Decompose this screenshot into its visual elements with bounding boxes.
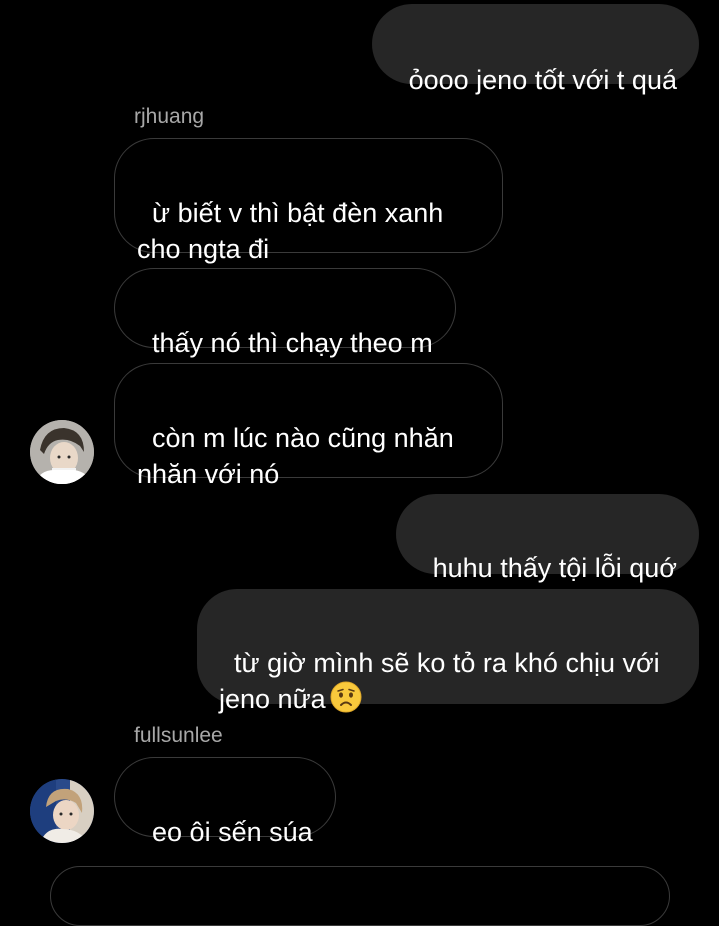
worried-face-icon (330, 681, 362, 713)
sender-name: fullsunlee (134, 724, 223, 747)
message-text: thấy nó thì chạy theo m (152, 328, 433, 358)
sent-message-bubble[interactable]: ỏooo jeno tốt với t quá (371, 4, 699, 95)
received-message-bubble[interactable]: thấy nó thì chạy theo m (114, 268, 456, 358)
sender-name: rjhuang (134, 105, 205, 128)
sent-message-bubble[interactable]: huhu thấy tội lỗi quớ (395, 494, 699, 583)
user-avatar-rjhuang[interactable] (30, 420, 94, 484)
received-message-bubble[interactable]: ừ biết v thì bật đèn xanh cho ngta đi (114, 138, 503, 264)
user-avatar-fullsunlee[interactable] (30, 779, 94, 843)
message-text: từ giờ mình sẽ ko tỏ ra khó chịu với jen… (219, 648, 660, 714)
message-text: huhu thấy tội lỗi quớ (432, 553, 677, 583)
message-text: còn m lúc nào cũng nhăn nhăn với nó (137, 423, 454, 489)
message-text: ừ biết v thì bật đèn xanh cho ngta đi (137, 198, 444, 264)
partially-visible-message-bubble[interactable] (50, 866, 670, 926)
user-avatar-photo (30, 779, 94, 843)
sent-message-bubble[interactable]: từ giờ mình sẽ ko tỏ ra khó chịu với jen… (197, 589, 699, 714)
received-message-bubble[interactable]: còn m lúc nào cũng nhăn nhăn với nó (114, 363, 503, 489)
user-avatar-photo (30, 420, 94, 484)
message-text: ỏooo jeno tốt với t quá (408, 65, 677, 95)
message-text: eo ôi sến súa (152, 817, 313, 847)
received-message-bubble[interactable]: eo ôi sến súa (114, 757, 336, 847)
